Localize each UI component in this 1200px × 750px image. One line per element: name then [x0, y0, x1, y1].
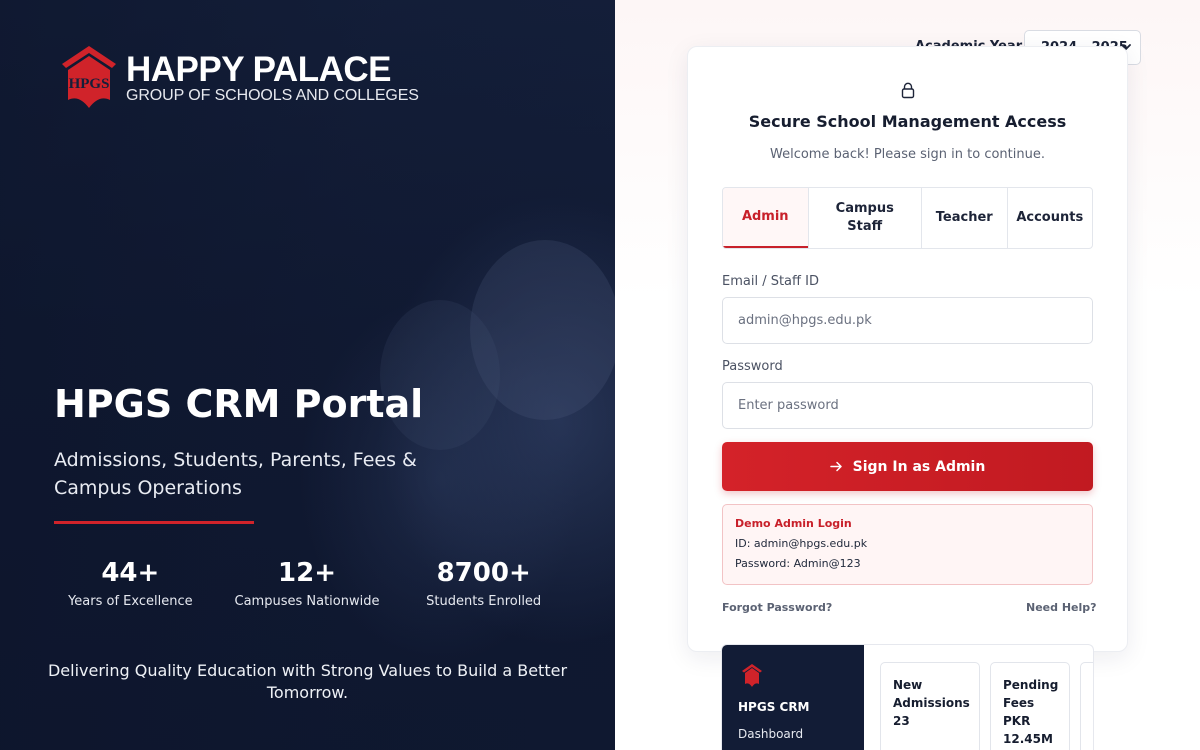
arrow-right-icon	[829, 461, 842, 472]
stat-label: Years of Excellence	[68, 594, 193, 609]
brand-title: HAPPY PALACE	[126, 50, 391, 89]
demo-title: Demo Admin Login	[735, 517, 852, 530]
demo-password: Password: Admin@123	[735, 557, 861, 570]
stat-value: 8700+	[436, 558, 531, 588]
tab-campus-staff[interactable]: Campus Staff	[807, 188, 922, 248]
svg-text:HPGS: HPGS	[69, 76, 110, 92]
stat-years: 44+ Years of Excellence	[42, 558, 219, 609]
stat-label: Campuses Nationwide	[234, 594, 380, 609]
email-field[interactable]	[722, 297, 1093, 344]
preview-menu-dashboard: Dashboard	[738, 727, 804, 741]
hero-subtitle: Admissions, Students, Parents, Fees & Ca…	[54, 449, 417, 499]
preview-card-admissions: New Admissions 23	[880, 662, 980, 750]
stat-value: 44+	[101, 558, 160, 588]
login-title: Secure School Management Access	[748, 112, 1067, 131]
hero-stats: 44+ Years of Excellence 12+ Campuses Nat…	[42, 558, 572, 609]
tab-accounts[interactable]: Accounts	[1006, 188, 1093, 248]
stat-students: 8700+ Students Enrolled	[395, 558, 572, 609]
sign-in-button[interactable]: Sign In as Admin	[722, 442, 1093, 491]
preview-card-fees: Pending Fees PKR 12.45M	[990, 662, 1070, 750]
preview-card-partial	[1080, 662, 1093, 750]
hero-tagline: Delivering Quality Education with Strong…	[47, 661, 568, 702]
forgot-password-link[interactable]: Forgot Password?	[722, 601, 832, 614]
hero-panel: HPGS HAPPY PALACE GROUP OF SCHOOLS AND C…	[0, 0, 615, 750]
sign-in-label: Sign In as Admin	[852, 458, 986, 475]
preview-card-title: New Admissions	[893, 678, 970, 710]
hpgs-crest-icon: HPGS	[62, 46, 116, 108]
dashboard-preview: HPGS CRM Dashboard New Admissions 23 Pen…	[721, 644, 1094, 750]
preview-app-name: HPGS CRM	[738, 700, 810, 714]
brand-subtitle: GROUP OF SCHOOLS AND COLLEGES	[126, 87, 419, 104]
tab-teacher[interactable]: Teacher	[921, 188, 1007, 248]
hero-divider	[54, 521, 254, 524]
lock-icon	[901, 82, 915, 99]
hpgs-crest-icon	[742, 664, 762, 687]
stat-label: Students Enrolled	[426, 594, 542, 609]
password-label: Password	[722, 359, 783, 374]
need-help-link[interactable]: Need Help?	[1026, 601, 1097, 614]
preview-card-value: PKR 12.45M	[1003, 714, 1053, 746]
tab-admin[interactable]: Admin	[723, 188, 808, 248]
demo-credentials-box: Demo Admin Login ID: admin@hpgs.edu.pk P…	[722, 504, 1093, 585]
role-tabs: Admin Campus Staff Teacher Accounts	[722, 187, 1093, 249]
brand-logo: HPGS HAPPY PALACE GROUP OF SCHOOLS AND C…	[58, 44, 419, 114]
login-subtitle: Welcome back! Please sign in to continue…	[770, 147, 1045, 162]
stat-campuses: 12+ Campuses Nationwide	[219, 558, 396, 609]
password-field[interactable]	[722, 382, 1093, 429]
demo-id: ID: admin@hpgs.edu.pk	[735, 537, 868, 550]
email-label: Email / Staff ID	[722, 274, 819, 289]
hero-title: HPGS CRM Portal	[54, 382, 424, 426]
preview-sidebar: HPGS CRM Dashboard	[722, 645, 864, 750]
preview-card-value: 23	[893, 714, 910, 728]
stat-value: 12+	[278, 558, 336, 588]
preview-card-title: Pending Fees	[1003, 678, 1059, 710]
